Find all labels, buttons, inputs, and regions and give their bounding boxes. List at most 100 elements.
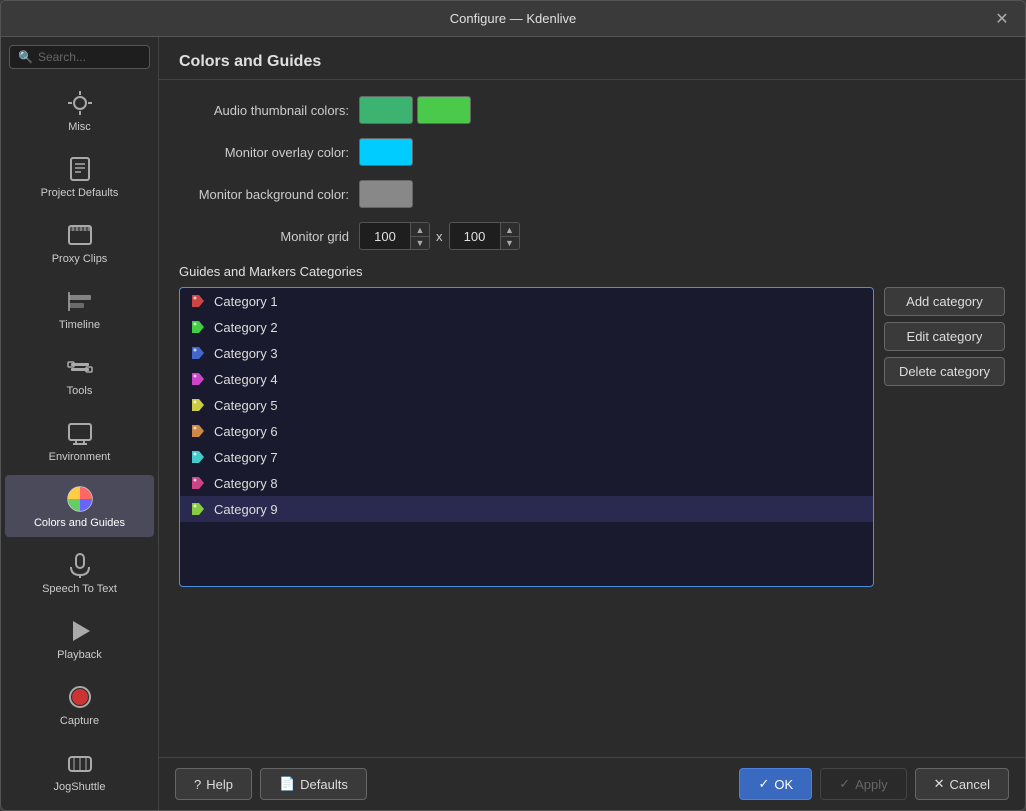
category-item[interactable]: Category 6 xyxy=(180,418,873,444)
monitor-overlay-swatch[interactable] xyxy=(359,138,413,166)
bottom-right-buttons: ✓ OK ✓ Apply ✕ Cancel xyxy=(739,768,1009,800)
category-label: Category 2 xyxy=(214,320,278,335)
category-tag-icon xyxy=(190,345,206,361)
defaults-label: Defaults xyxy=(300,777,348,792)
playback-label: Playback xyxy=(57,649,102,661)
timeline-icon xyxy=(64,285,96,317)
category-tag-icon xyxy=(190,293,206,309)
defaults-icon: 📄 xyxy=(279,776,295,792)
monitor-bg-row: Monitor background color: xyxy=(179,180,1005,208)
edit-category-button[interactable]: Edit category xyxy=(884,322,1005,351)
capture-icon xyxy=(64,681,96,713)
ok-button[interactable]: ✓ OK xyxy=(739,768,812,800)
search-input[interactable] xyxy=(38,50,141,64)
close-button[interactable]: ✕ xyxy=(991,8,1013,30)
spinbox-y-buttons: ▲ ▼ xyxy=(500,223,519,249)
defaults-button[interactable]: 📄 Defaults xyxy=(260,768,367,800)
sidebar-item-speech-to-text[interactable]: Speech To Text xyxy=(5,541,154,603)
help-icon: ? xyxy=(194,777,201,792)
project-defaults-icon xyxy=(64,153,96,185)
environment-icon xyxy=(64,417,96,449)
category-item[interactable]: Category 2 xyxy=(180,314,873,340)
sidebar-item-capture[interactable]: Capture xyxy=(5,673,154,735)
titlebar: Configure — Kdenlive ✕ xyxy=(1,1,1025,37)
spinbox-y-down[interactable]: ▼ xyxy=(501,236,519,249)
sidebar-item-misc[interactable]: Misc xyxy=(5,79,154,141)
monitor-grid-x-spinbox[interactable]: 100 ▲ ▼ xyxy=(359,222,430,250)
guides-section-title: Guides and Markers Categories xyxy=(179,264,1005,279)
audio-thumbnail-row: Audio thumbnail colors: xyxy=(179,96,1005,124)
colors-guides-label: Colors and Guides xyxy=(34,517,125,529)
monitor-grid-row: Monitor grid 100 ▲ ▼ x 100 xyxy=(179,222,1005,250)
main-window: Configure — Kdenlive ✕ 🔍 xyxy=(0,0,1026,811)
monitor-grid-spinboxes: 100 ▲ ▼ x 100 ▲ ▼ xyxy=(359,222,520,250)
monitor-overlay-row: Monitor overlay color: xyxy=(179,138,1005,166)
category-item[interactable]: Category 4 xyxy=(180,366,873,392)
category-label: Category 7 xyxy=(214,450,278,465)
delete-category-button[interactable]: Delete category xyxy=(884,357,1005,386)
cancel-label: Cancel xyxy=(950,777,990,792)
sidebar-item-colors-guides[interactable]: Colors and Guides xyxy=(5,475,154,537)
proxy-clips-label: Proxy Clips xyxy=(52,253,108,265)
search-box[interactable]: 🔍 xyxy=(9,45,150,69)
content-body: Audio thumbnail colors: Monitor overlay … xyxy=(159,80,1025,757)
category-label: Category 4 xyxy=(214,372,278,387)
category-item[interactable]: Category 8 xyxy=(180,470,873,496)
monitor-grid-x-input[interactable]: 100 xyxy=(360,226,410,247)
category-tag-icon xyxy=(190,501,206,517)
spinbox-x-down[interactable]: ▼ xyxy=(411,236,429,249)
misc-label: Misc xyxy=(68,121,91,133)
speech-to-text-icon xyxy=(64,549,96,581)
category-item[interactable]: Category 9 xyxy=(180,496,873,522)
proxy-clips-icon xyxy=(64,219,96,251)
spinbox-x-buttons: ▲ ▼ xyxy=(410,223,429,249)
jog-shuttle-label: JogShuttle xyxy=(54,781,106,793)
sidebar-item-transcode[interactable]: Transcode xyxy=(5,805,154,810)
speech-to-text-label: Speech To Text xyxy=(42,583,117,595)
cancel-icon: ✕ xyxy=(934,776,945,792)
sidebar-item-tools[interactable]: Tools xyxy=(5,343,154,405)
sidebar-item-proxy-clips[interactable]: Proxy Clips xyxy=(5,211,154,273)
audio-color1-swatch[interactable] xyxy=(359,96,413,124)
category-item[interactable]: Category 3 xyxy=(180,340,873,366)
capture-label: Capture xyxy=(60,715,99,727)
sidebar-item-environment[interactable]: Environment xyxy=(5,409,154,471)
window-title: Configure — Kdenlive xyxy=(35,11,991,26)
apply-label: Apply xyxy=(855,777,888,792)
sidebar-item-project-defaults[interactable]: Project Defaults xyxy=(5,145,154,207)
guides-section: Guides and Markers Categories Category 1… xyxy=(179,264,1005,587)
monitor-overlay-label: Monitor overlay color: xyxy=(179,145,359,160)
ok-icon: ✓ xyxy=(758,776,769,792)
category-item[interactable]: Category 1 xyxy=(180,288,873,314)
monitor-grid-y-spinbox[interactable]: 100 ▲ ▼ xyxy=(449,222,520,250)
bottom-left-buttons: ? Help 📄 Defaults xyxy=(175,768,367,800)
category-tag-icon xyxy=(190,397,206,413)
cancel-button[interactable]: ✕ Cancel xyxy=(915,768,1009,800)
categories-panel: Category 1 Category 2 Category 3 Category 4… xyxy=(179,287,1005,587)
category-item[interactable]: Category 5 xyxy=(180,392,873,418)
monitor-bg-swatch[interactable] xyxy=(359,180,413,208)
tools-label: Tools xyxy=(67,385,93,397)
sidebar-item-jog-shuttle[interactable]: JogShuttle xyxy=(5,739,154,801)
category-label: Category 6 xyxy=(214,424,278,439)
add-category-button[interactable]: Add category xyxy=(884,287,1005,316)
category-tag-icon xyxy=(190,423,206,439)
category-label: Category 1 xyxy=(214,294,278,309)
audio-color2-swatch[interactable] xyxy=(417,96,471,124)
jog-shuttle-icon xyxy=(64,747,96,779)
category-tag-icon xyxy=(190,319,206,335)
help-label: Help xyxy=(206,777,233,792)
spinbox-x-up[interactable]: ▲ xyxy=(411,223,429,236)
category-tag-icon xyxy=(190,475,206,491)
apply-button[interactable]: ✓ Apply xyxy=(820,768,906,800)
tools-icon xyxy=(64,351,96,383)
sidebar-item-timeline[interactable]: Timeline xyxy=(5,277,154,339)
monitor-grid-y-input[interactable]: 100 xyxy=(450,226,500,247)
category-item[interactable]: Category 7 xyxy=(180,444,873,470)
help-button[interactable]: ? Help xyxy=(175,768,252,800)
category-label: Category 3 xyxy=(214,346,278,361)
colors-guides-icon xyxy=(64,483,96,515)
sidebar-item-playback[interactable]: Playback xyxy=(5,607,154,669)
spinbox-y-up[interactable]: ▲ xyxy=(501,223,519,236)
category-list[interactable]: Category 1 Category 2 Category 3 Category 4… xyxy=(179,287,874,587)
